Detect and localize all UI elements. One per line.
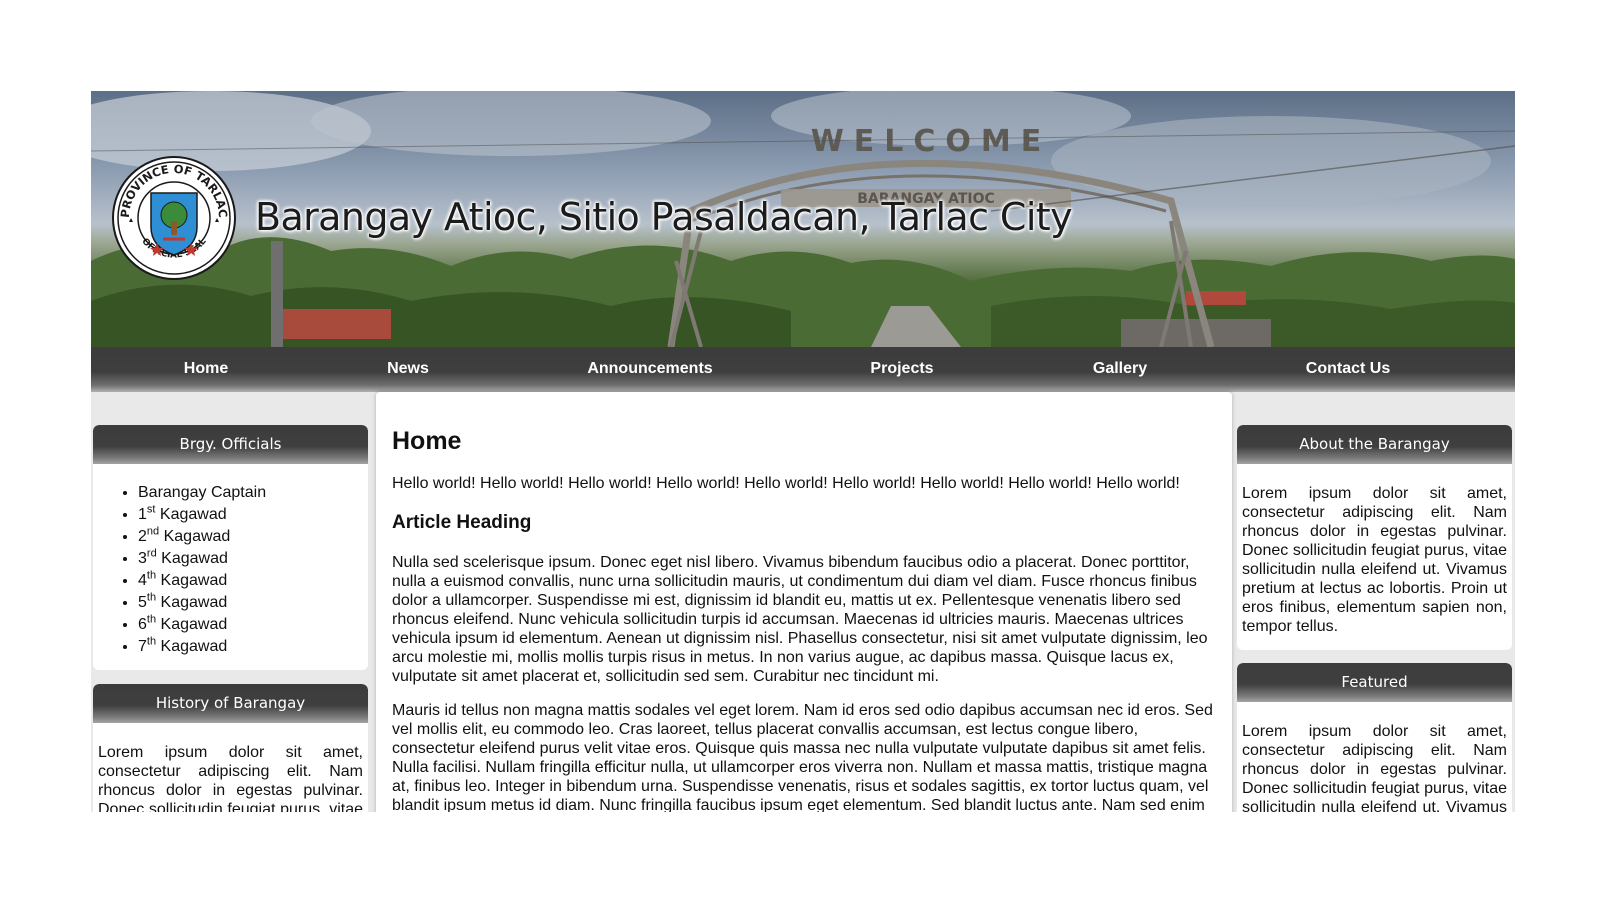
officials-list: Barangay Captain 1st Kagawad 2nd Kagawad…: [93, 482, 368, 658]
history-text: Lorem ipsum dolor sit amet, consectetur …: [98, 744, 363, 812]
nav-projects[interactable]: Projects: [870, 360, 933, 378]
nav-home[interactable]: Home: [184, 360, 228, 378]
main-nav: Home News Announcements Projects Gallery…: [91, 347, 1515, 392]
official-item: 3rd Kagawad: [138, 548, 368, 570]
about-text: Lorem ipsum dolor sit amet, consectetur …: [1242, 485, 1507, 635]
official-item: 5th Kagawad: [138, 592, 368, 614]
article-paragraph: Mauris id tellus non magna mattis sodale…: [392, 702, 1213, 812]
arch-welcome-text: WELCOME: [811, 124, 1052, 159]
header-banner: BARANGAY ATIOC WELCOME PROVINCE OF TARLA…: [91, 91, 1515, 347]
featured-text: Lorem ipsum dolor sit amet, consectetur …: [1242, 723, 1507, 812]
official-item: 6th Kagawad: [138, 614, 368, 636]
official-item: Barangay Captain: [138, 482, 368, 504]
history-heading: History of Barangay: [93, 684, 368, 723]
nav-news[interactable]: News: [387, 360, 429, 378]
nav-announcements[interactable]: Announcements: [587, 360, 712, 378]
main-content: Home Hello world! Hello world! Hello wor…: [376, 392, 1232, 812]
official-item: 4th Kagawad: [138, 570, 368, 592]
page-frame: BARANGAY ATIOC WELCOME PROVINCE OF TARLA…: [91, 91, 1515, 812]
officials-heading: Brgy. Officials: [93, 425, 368, 464]
officials-panel: Brgy. Officials Barangay Captain 1st Kag…: [93, 425, 368, 670]
featured-panel: Featured Lorem ipsum dolor sit amet, con…: [1237, 663, 1512, 812]
official-item: 1st Kagawad: [138, 504, 368, 526]
official-item: 2nd Kagawad: [138, 526, 368, 548]
article-paragraph: Nulla sed scelerisque ipsum. Donec eget …: [392, 554, 1208, 685]
about-panel: About the Barangay Lorem ipsum dolor sit…: [1237, 425, 1512, 650]
nav-gallery[interactable]: Gallery: [1093, 360, 1147, 378]
about-heading: About the Barangay: [1237, 425, 1512, 464]
page-title: Home: [392, 427, 462, 455]
official-seal-icon: PROVINCE OF TARLAC OFFICIAL SEAL: [112, 156, 236, 280]
history-panel: History of Barangay Lorem ipsum dolor si…: [93, 684, 368, 812]
nav-contact-us[interactable]: Contact Us: [1306, 360, 1390, 378]
featured-heading: Featured: [1237, 663, 1512, 702]
article-heading: Article Heading: [392, 512, 532, 533]
site-title: Barangay Atioc, Sitio Pasaldacan, Tarlac…: [255, 195, 1073, 239]
official-item: 7th Kagawad: [138, 636, 368, 658]
intro-text: Hello world! Hello world! Hello world! H…: [392, 475, 1180, 492]
